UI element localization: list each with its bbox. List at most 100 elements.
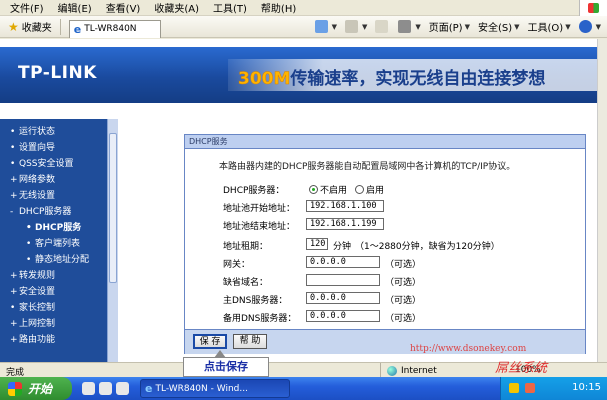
- bullet: •: [26, 239, 32, 249]
- sidebar-item-label: DHCP服务器: [19, 207, 72, 217]
- start-label: 开始: [28, 382, 53, 396]
- bullet: •: [10, 159, 16, 169]
- sidebar-item-label: 网络参数: [19, 175, 56, 185]
- start-button[interactable]: 开始: [0, 377, 72, 400]
- sidebar-item-network[interactable]: +网络参数: [10, 172, 55, 185]
- dns2-label: 备用DNS服务器：: [223, 314, 297, 324]
- menu-tools[interactable]: 工具(T): [213, 0, 247, 15]
- sidebar-scrollbar[interactable]: [107, 119, 118, 362]
- url-watermark: http://www.dsonekey.com: [410, 344, 527, 354]
- slogan-highlight: 300M: [238, 69, 291, 90]
- ie-quicklaunch-icon[interactable]: [82, 382, 95, 395]
- sidebar-item-access-control[interactable]: +上网控制: [10, 316, 55, 329]
- sidebar-item-label: 路由功能: [19, 335, 56, 345]
- sidebar-item-dhcp-service[interactable]: • DHCP服务: [26, 220, 81, 233]
- menu-favorites[interactable]: 收藏夹(A): [154, 0, 199, 15]
- expand-icon: +: [10, 175, 18, 185]
- sidebar-item-parental[interactable]: • 家长控制: [10, 300, 55, 313]
- sidebar-item-label: 静态地址分配: [35, 255, 90, 265]
- sidebar-item-security[interactable]: +安全设置: [10, 284, 55, 297]
- feeds-button[interactable]: ▼: [344, 20, 368, 33]
- browser-tab[interactable]: e TL-WR840N: [68, 19, 161, 38]
- print-button[interactable]: ▼: [398, 20, 421, 33]
- expand-icon: +: [10, 191, 18, 201]
- quick-launch: [82, 382, 133, 395]
- sidebar-item-client-list[interactable]: • 客户端列表: [26, 236, 80, 249]
- start-address-input[interactable]: 192.168.1.100: [306, 200, 384, 212]
- slogan-text: 传输速率，实现无线自由连接梦想: [290, 69, 546, 89]
- help-icon: [578, 20, 592, 33]
- radio-icon: [355, 185, 364, 194]
- page-scrollbar[interactable]: [597, 39, 607, 362]
- menu-edit[interactable]: 编辑(E): [58, 0, 92, 15]
- sidebar-item-qss[interactable]: • QSS安全设置: [10, 156, 74, 169]
- media-quicklaunch-icon[interactable]: [116, 382, 129, 395]
- sidebar-item-routing[interactable]: +路由功能: [10, 332, 55, 345]
- header-banner: TP-LINK 300M传输速率，实现无线自由连接梦想: [0, 47, 607, 103]
- tray-icon[interactable]: [525, 383, 535, 393]
- taskbar-window-button[interactable]: e TL-WR840N - Wind...: [140, 379, 290, 398]
- zone-label: Internet: [401, 365, 437, 376]
- menu-file[interactable]: 文件(F): [10, 0, 44, 15]
- lease-hint: （1～2880分钟，缺省为120分钟）: [355, 242, 500, 252]
- sidebar-item-forwarding[interactable]: +转发规则: [10, 268, 55, 281]
- domain-optional: （可选）: [385, 278, 422, 288]
- sidebar-item-static-address[interactable]: • 静态地址分配: [26, 252, 89, 265]
- dhcp-enable-radio[interactable]: 启用: [355, 183, 384, 196]
- panel-title: DHCP服务: [185, 135, 585, 149]
- sidebar-nav: • 运行状态 • 设置向导 • QSS安全设置 +网络参数 +无线设置 - DHCP服务…: [0, 119, 118, 362]
- dns1-input[interactable]: 0.0.0.0: [306, 292, 380, 304]
- lease-label: 地址租期：: [223, 242, 269, 252]
- system-tray: 10:15: [500, 377, 607, 400]
- sidebar-item-wizard[interactable]: • 设置向导: [10, 140, 55, 153]
- chevron-down-icon: ▼: [361, 22, 368, 31]
- windows-flag-icon: [8, 381, 22, 396]
- dns1-optional: （可选）: [385, 296, 422, 306]
- page-menu[interactable]: 页面(P) ▼: [429, 19, 470, 35]
- expand-icon: +: [10, 335, 18, 345]
- end-address-label: 地址池结束地址：: [223, 222, 296, 232]
- clock: 10:15: [572, 382, 601, 393]
- dns1-label: 主DNS服务器：: [223, 296, 288, 306]
- favorites-button[interactable]: ★ 收藏夹: [8, 19, 52, 35]
- chevron-down-icon: ▼: [464, 22, 470, 31]
- end-address-input[interactable]: 192.168.1.199: [306, 218, 384, 230]
- sidebar-item-label: 运行状态: [19, 127, 56, 137]
- sidebar-item-dhcp-server[interactable]: - DHCP服务器: [10, 204, 71, 217]
- sidebar-item-label: 转发规则: [19, 271, 56, 281]
- mail-button[interactable]: [375, 20, 390, 33]
- sidebar-item-wireless[interactable]: +无线设置: [10, 188, 55, 201]
- radio-label: 启用: [366, 186, 385, 196]
- tray-icon[interactable]: [509, 383, 519, 393]
- ie-icon: e: [145, 382, 153, 395]
- dns2-optional: （可选）: [385, 314, 422, 324]
- gateway-input[interactable]: 0.0.0.0: [306, 256, 380, 268]
- menu-view[interactable]: 查看(V): [106, 0, 141, 15]
- sidebar-item-status[interactable]: • 运行状态: [10, 124, 55, 137]
- domain-input[interactable]: [306, 274, 380, 286]
- desktop-quicklaunch-icon[interactable]: [99, 382, 112, 395]
- dhcp-disable-radio[interactable]: 不启用: [309, 183, 347, 196]
- save-button[interactable]: 保 存: [193, 334, 227, 349]
- sidebar-item-label: DHCP服务: [35, 223, 82, 233]
- collapse-icon: -: [10, 207, 14, 217]
- tools-menu-label: 工具(O): [527, 23, 564, 34]
- help-button[interactable]: 帮 助: [233, 334, 267, 349]
- sidebar-item-label: 设置向导: [19, 143, 56, 153]
- sidebar-item-label: 安全设置: [19, 287, 56, 297]
- home-button[interactable]: ▼: [314, 20, 337, 33]
- dns2-input[interactable]: 0.0.0.0: [306, 310, 380, 322]
- sidebar-item-label: QSS安全设置: [19, 159, 74, 169]
- tools-menu[interactable]: 工具(O) ▼: [527, 19, 571, 35]
- scrollbar-thumb[interactable]: [109, 133, 117, 283]
- tp-link-logo: TP-LINK: [18, 63, 97, 83]
- safety-menu[interactable]: 安全(S) ▼: [478, 19, 520, 35]
- help-menu[interactable]: ▼: [578, 20, 601, 33]
- panel-description: 本路由器内建的DHCP服务器能自动配置局域网中各计算机的TCP/IP协议。: [219, 162, 516, 172]
- sidebar-item-label: 上网控制: [19, 319, 56, 329]
- menu-help[interactable]: 帮助(H): [261, 0, 296, 15]
- web-page: TP-LINK 300M传输速率，实现无线自由连接梦想 • 运行状态 • 设置向导 …: [0, 39, 607, 362]
- slogan: 300M传输速率，实现无线自由连接梦想: [238, 64, 546, 90]
- bullet: •: [10, 143, 16, 153]
- lease-input[interactable]: 120: [306, 238, 328, 250]
